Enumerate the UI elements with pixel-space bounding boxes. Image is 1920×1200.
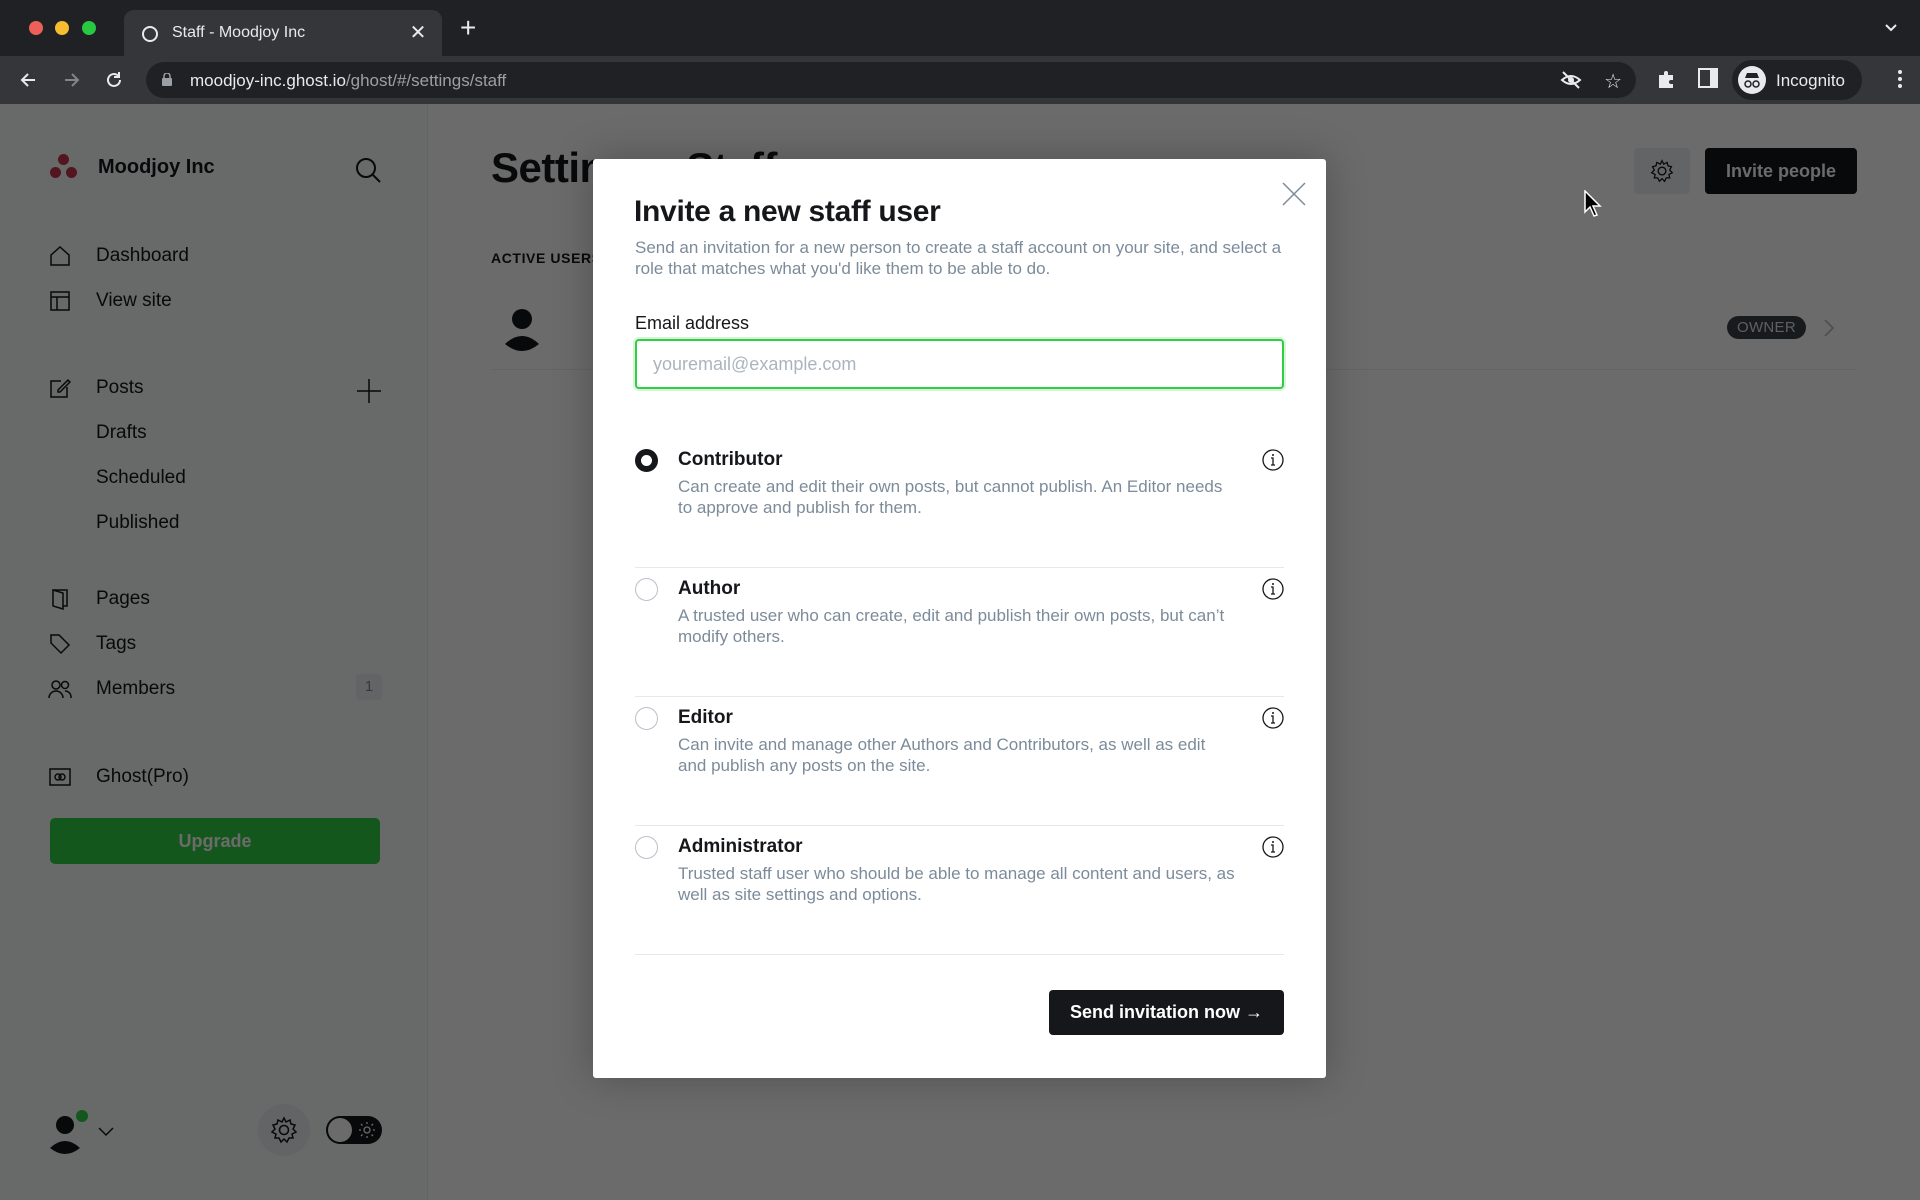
role-description: Trusted staff user who should be able to… <box>678 864 1235 904</box>
bookmark-star-icon[interactable]: ☆ <box>1604 69 1622 94</box>
lock-icon <box>162 73 172 86</box>
mouse-cursor-icon <box>1584 189 1604 223</box>
radio-administrator[interactable] <box>635 836 658 859</box>
info-icon[interactable] <box>1262 578 1284 605</box>
role-option-contributor[interactable]: Contributor Can create and edit their ow… <box>635 439 1284 568</box>
profile-label: Incognito <box>1776 71 1845 90</box>
extensions-puzzle-icon[interactable] <box>1656 68 1678 95</box>
url-text: moodjoy-inc.ghost.io/ghost/#/settings/st… <box>190 71 506 91</box>
role-name: Contributor <box>678 449 783 470</box>
browser-menu-icon[interactable] <box>1898 70 1902 91</box>
info-icon[interactable] <box>1262 707 1284 734</box>
ghost-favicon-icon <box>142 26 158 42</box>
email-field[interactable] <box>635 339 1284 389</box>
new-tab-button[interactable]: + <box>460 14 476 42</box>
role-description: Can invite and manage other Authors and … <box>678 735 1206 775</box>
email-label: Email address <box>635 313 750 333</box>
window-minimize-button[interactable] <box>55 21 69 35</box>
send-invitation-button[interactable]: Send invitation now → <box>1049 990 1284 1035</box>
tab-title: Staff - Moodjoy Inc <box>172 24 306 41</box>
incognito-icon <box>1738 66 1766 94</box>
role-option-author[interactable]: Author A trusted user who can create, ed… <box>635 568 1284 697</box>
role-name: Editor <box>678 707 733 728</box>
address-bar[interactable]: moodjoy-inc.ghost.io/ghost/#/settings/st… <box>146 62 1636 98</box>
close-icon[interactable] <box>1281 181 1307 207</box>
tab-strip: Staff - Moodjoy Inc ✕ + <box>0 0 1920 56</box>
back-button[interactable] <box>12 64 44 96</box>
role-option-administrator[interactable]: Administrator Trusted staff user who sho… <box>635 826 1284 955</box>
forward-button[interactable] <box>56 64 88 96</box>
browser-tab-active[interactable]: Staff - Moodjoy Inc ✕ <box>124 10 442 56</box>
role-name: Administrator <box>678 836 803 857</box>
browser-toolbar: moodjoy-inc.ghost.io/ghost/#/settings/st… <box>0 56 1920 104</box>
invite-staff-modal: Invite a new staff user Send an invitati… <box>593 159 1326 1078</box>
window-close-button[interactable] <box>29 21 43 35</box>
browser-chrome: Staff - Moodjoy Inc ✕ + moodjoy-inc.ghos… <box>0 0 1920 104</box>
role-description: Can create and edit their own posts, but… <box>678 477 1223 517</box>
radio-contributor[interactable] <box>635 449 658 472</box>
radio-editor[interactable] <box>635 707 658 730</box>
reload-button[interactable] <box>98 64 130 96</box>
tab-close-icon[interactable]: ✕ <box>406 20 430 45</box>
role-name: Author <box>678 578 741 599</box>
side-panel-icon[interactable] <box>1698 68 1718 93</box>
info-icon[interactable] <box>1262 449 1284 476</box>
incognito-profile-button[interactable]: Incognito <box>1732 60 1862 100</box>
role-description: A trusted user who can create, edit and … <box>678 606 1225 646</box>
tracking-blocked-eye-icon[interactable] <box>1560 70 1582 95</box>
info-icon[interactable] <box>1262 836 1284 863</box>
modal-description: Send an invitation for a new person to c… <box>635 238 1282 278</box>
url-path: /ghost/#/settings/staff <box>345 71 507 90</box>
window-maximize-button[interactable] <box>82 21 96 35</box>
modal-title: Invite a new staff user <box>634 195 941 228</box>
url-host: moodjoy-inc.ghost.io <box>190 71 346 90</box>
tab-search-chevron-icon[interactable] <box>1884 20 1898 38</box>
role-option-editor[interactable]: Editor Can invite and manage other Autho… <box>635 697 1284 826</box>
radio-author[interactable] <box>635 578 658 601</box>
